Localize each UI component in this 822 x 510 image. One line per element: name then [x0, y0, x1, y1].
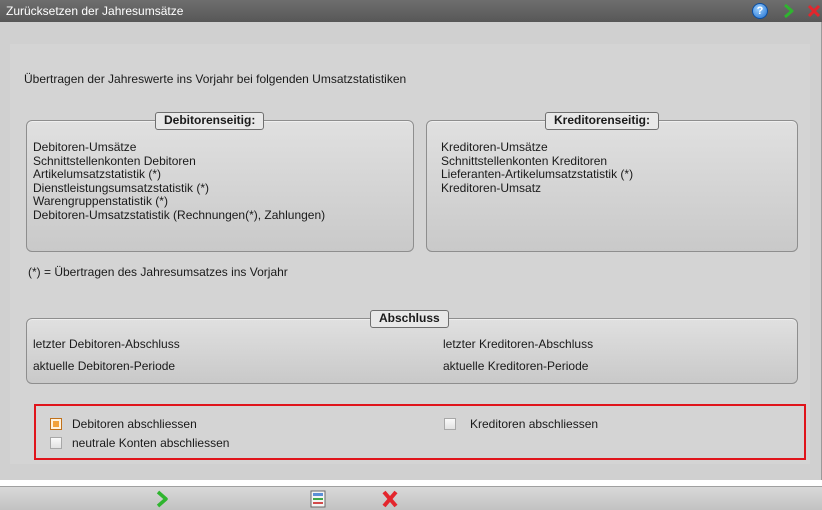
abschluss-heading: Abschluss [370, 310, 449, 328]
arrow-right-icon[interactable] [152, 490, 172, 508]
abschluss-group: Abschluss letzter Debitoren-Abschluss ak… [26, 310, 798, 384]
debitoren-abschliessen-label[interactable]: Debitoren abschliessen [72, 417, 197, 431]
kreditoren-group: Kreditorenseitig: Kreditoren-Umsätze Sch… [426, 112, 798, 252]
kreditoren-abschliessen-label[interactable]: Kreditoren abschliessen [470, 417, 598, 431]
window-title: Zurücksetzen der Jahresumsätze [6, 4, 184, 18]
bottom-toolbar [0, 486, 822, 510]
neutrale-konten-abschliessen-label[interactable]: neutrale Konten abschliessen [72, 436, 229, 450]
intro-text: Übertragen der Jahreswerte ins Vorjahr b… [24, 72, 407, 86]
list-item: Warengruppenstatistik (*) [33, 194, 168, 208]
list-item: Debitoren-Umsätze [33, 140, 137, 154]
title-bar: Zurücksetzen der Jahresumsätze ? [0, 0, 822, 22]
aktuelle-kreditoren-periode: aktuelle Kreditoren-Periode [443, 359, 589, 373]
list-item: Kreditoren-Umsätze [441, 140, 548, 154]
kreditoren-list: Kreditoren-Umsätze Schnittstellenkonten … [441, 140, 634, 195]
dialog-content: Übertragen der Jahreswerte ins Vorjahr b… [10, 44, 810, 464]
help-icon[interactable]: ? [752, 3, 768, 19]
note-text: (*) = Übertragen des Jahresumsatzes ins … [28, 265, 288, 279]
options-panel: Debitoren abschliessen Kreditoren abschl… [34, 404, 806, 460]
close-icon[interactable] [806, 3, 822, 19]
letzter-kreditoren-abschluss: letzter Kreditoren-Abschluss [443, 337, 594, 351]
close-icon[interactable] [380, 490, 400, 508]
dialog-window: Zurücksetzen der Jahresumsätze ? Übertra… [0, 0, 822, 480]
list-item: Artikelumsatzstatistik (*) [33, 167, 162, 181]
kreditoren-abschliessen-checkbox[interactable] [444, 418, 456, 430]
aktuelle-debitoren-periode: aktuelle Debitoren-Periode [33, 359, 176, 373]
list-item: Schnittstellenkonten Kreditoren [441, 153, 608, 168]
kreditoren-heading: Kreditorenseitig: [545, 112, 660, 130]
list-item: Debitoren-Umsatzstatistik (Rechnungen(*)… [33, 207, 326, 222]
save-icon[interactable] [308, 490, 328, 508]
debitoren-heading: Debitorenseitig: [155, 112, 265, 130]
debitoren-abschliessen-checkbox[interactable] [50, 418, 62, 430]
list-item: Kreditoren-Umsatz [441, 180, 542, 195]
list-item: Lieferanten-Artikelumsatzstatistik (*) [441, 167, 634, 181]
debitoren-list: Debitoren-Umsätze Schnittstellenkonten D… [33, 140, 326, 222]
list-item: Dienstleistungsumsatzstatistik (*) [33, 180, 210, 195]
neutrale-konten-abschliessen-checkbox[interactable] [50, 437, 62, 449]
letzter-debitoren-abschluss: letzter Debitoren-Abschluss [33, 337, 180, 351]
arrow-right-icon[interactable] [780, 3, 796, 19]
debitoren-group: Debitorenseitig: Debitoren-Umsätze Schni… [26, 112, 414, 252]
list-item: Schnittstellenkonten Debitoren [33, 153, 196, 168]
